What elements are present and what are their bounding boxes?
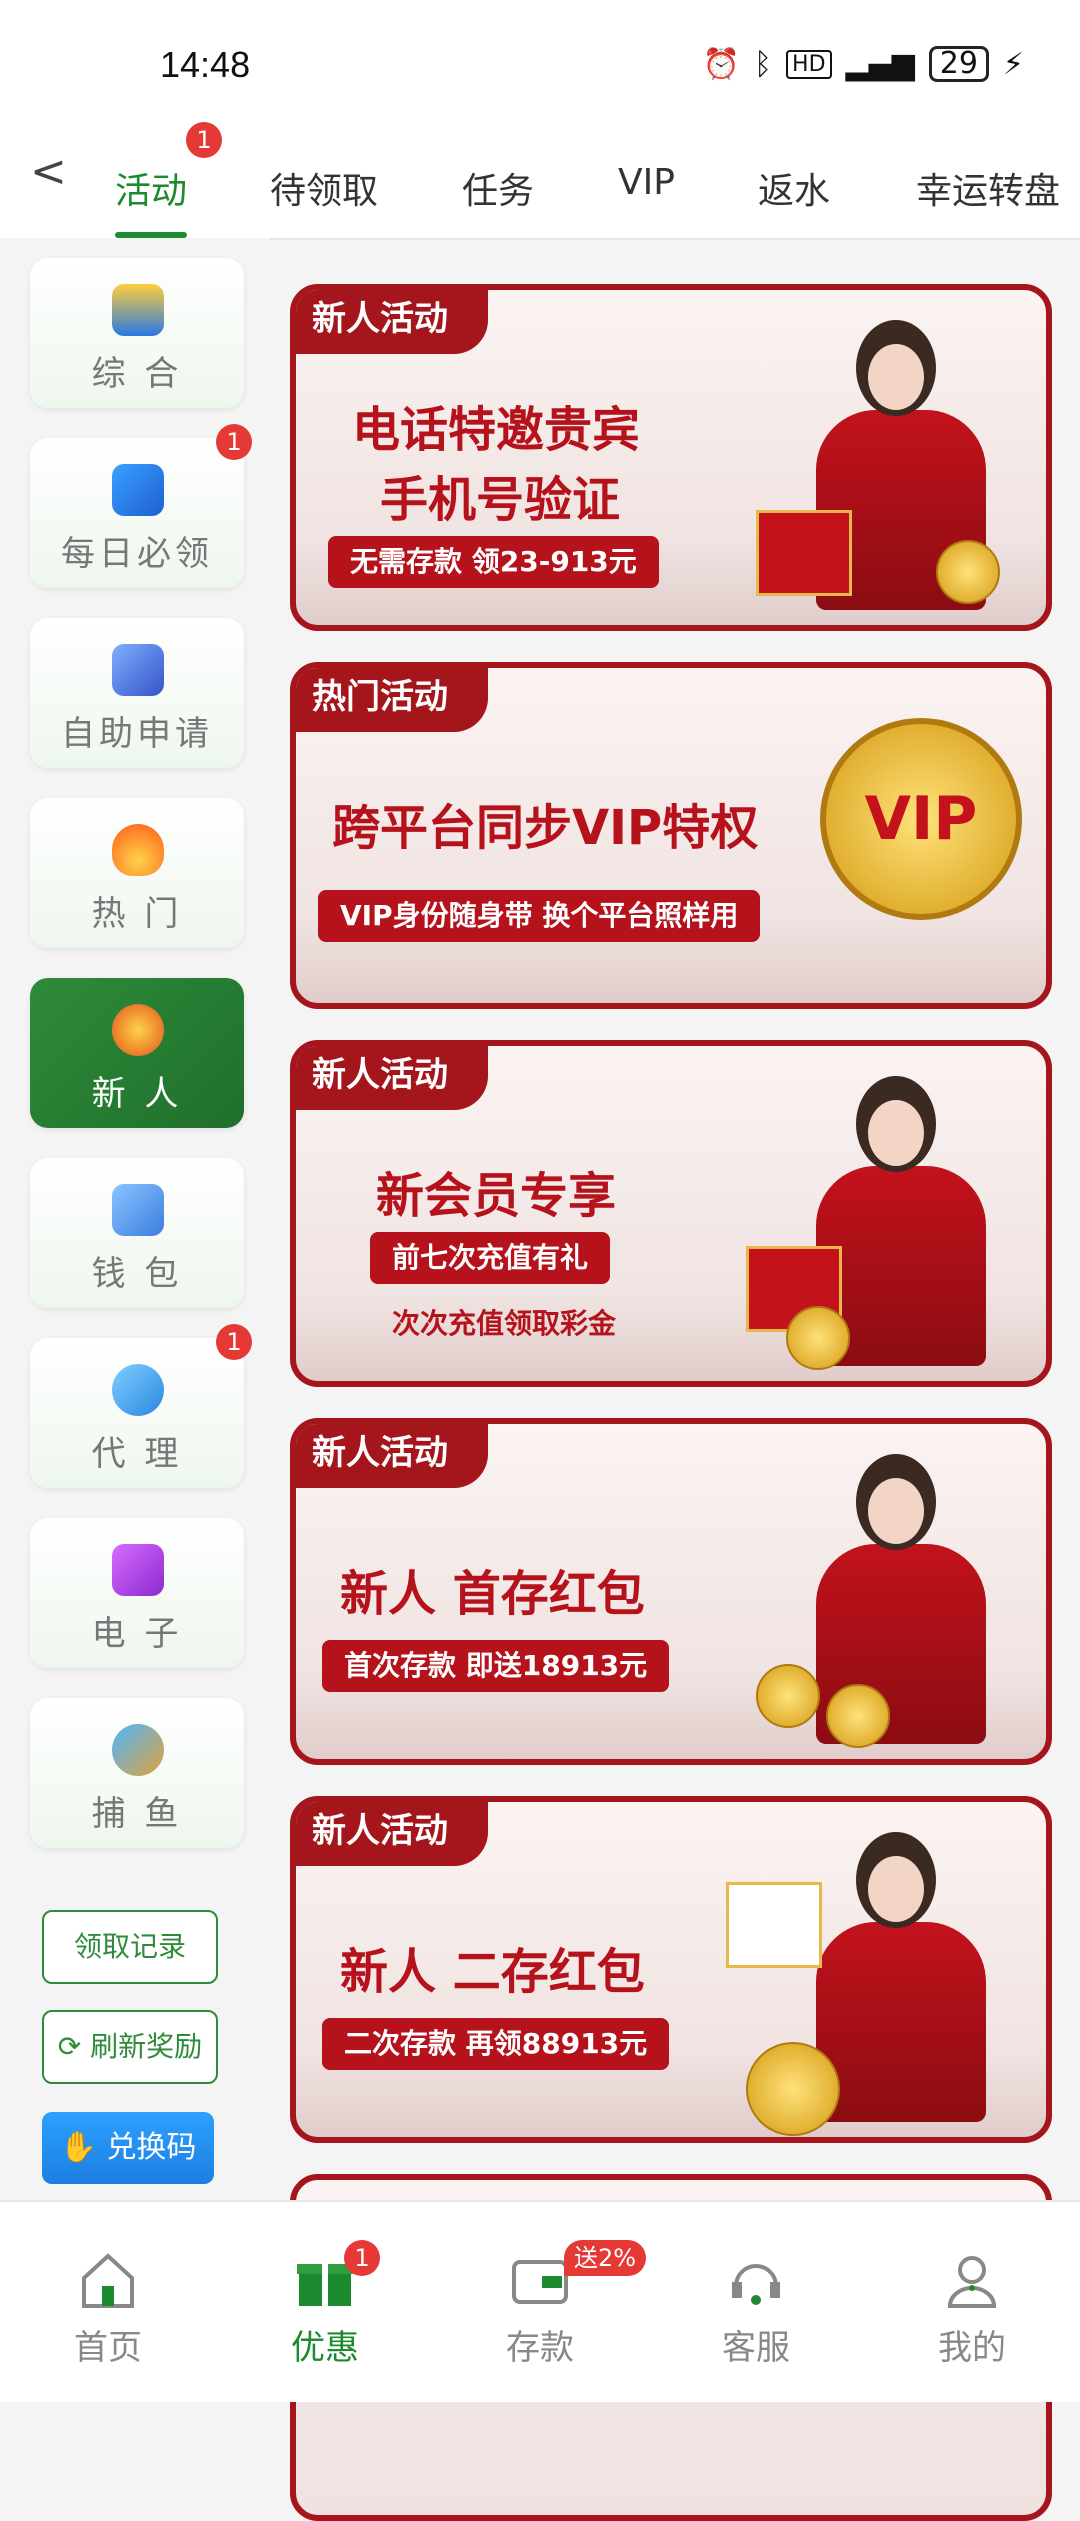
tab-activity[interactable]: 活动: [115, 162, 187, 214]
sidebar-item-slots[interactable]: 电 子: [30, 1518, 244, 1668]
nav-home[interactable]: 首页: [38, 2250, 178, 2369]
user-icon: [947, 2256, 997, 2308]
sidebar-item-general[interactable]: 综 合: [30, 258, 244, 408]
back-icon[interactable]: <: [30, 146, 67, 197]
top-tab-bar: < 活动 1 待领取 任务 VIP 返水 幸运转盘: [0, 120, 1080, 240]
banner-title: 跨平台同步VIP特权: [332, 800, 759, 856]
tab-vip[interactable]: VIP: [618, 162, 675, 203]
sidebar-item-label: 自助申请: [61, 714, 213, 754]
model-image: [756, 1444, 1026, 1748]
promo-banner[interactable]: 新人活动 新人 首存红包 首次存款 即送18913元: [290, 1418, 1052, 1765]
banner-tag: 新人活动: [296, 1802, 488, 1866]
fish-icon: [112, 1724, 164, 1776]
promo-banner[interactable]: 新人活动 新会员专享 前七次充值有礼 次次充值领取彩金: [290, 1040, 1052, 1387]
redeem-code-button[interactable]: ✋ 兑换码: [42, 2112, 214, 2184]
promo-banner[interactable]: 热门活动 跨平台同步VIP特权 VIP身份随身带 换个平台照样用 VIP: [290, 662, 1052, 1009]
claim-record-button[interactable]: 领取记录: [42, 1910, 218, 1984]
model-image: [726, 1822, 1026, 2136]
promo-banner[interactable]: 新人活动 电话特邀贵宾 手机号验证 无需存款 领23-913元: [290, 284, 1052, 631]
vip-coin-icon: VIP: [820, 718, 1022, 920]
battery-icon: 29: [928, 46, 989, 82]
banner-title: 新人 首存红包: [340, 1566, 645, 1622]
nav-profile[interactable]: 我的: [902, 2250, 1042, 2369]
sidebar-item-label: 综 合: [91, 354, 183, 394]
sidebar-item-newcomer[interactable]: 新 人: [30, 978, 244, 1128]
sidebar-item-label: 钱 包: [91, 1254, 183, 1294]
sidebar-item-label: 捕 鱼: [91, 1794, 183, 1834]
banner-pill: 二次存款 再领88913元: [322, 2018, 670, 2070]
slot-777-icon: [112, 1544, 164, 1596]
bluetooth-icon: ᛒ: [754, 46, 773, 82]
charging-icon: ⚡: [1002, 46, 1024, 82]
medal-icon: [112, 1004, 164, 1056]
nav-promotions-badge: 1: [344, 2240, 380, 2276]
banner-title: 电话特邀贵宾: [352, 402, 641, 458]
banner-pill: 无需存款 领23-913元: [328, 536, 659, 588]
refresh-icon: ⟳: [57, 2030, 91, 2063]
sidebar-item-label: 电 子: [91, 1614, 183, 1654]
status-time: 14:48: [160, 44, 251, 85]
nav-support[interactable]: 客服: [686, 2250, 826, 2369]
tab-tasks[interactable]: 任务: [462, 162, 534, 214]
home-icon: [82, 2253, 134, 2308]
category-sidebar: 综 合 每日必领 1 自助申请 热 门 新 人 钱 包 代 理 1 电 子 捕 …: [0, 238, 270, 2200]
deposit-bonus-badge: 送2%: [564, 2240, 647, 2276]
sidebar-item-fishing[interactable]: 捕 鱼: [30, 1698, 244, 1848]
wallet-icon: [112, 1184, 164, 1236]
banner-tag: 新人活动: [296, 1046, 488, 1110]
sidebar-item-label: 每日必领: [61, 534, 213, 574]
bottom-nav: 首页 优惠 1 存款 送2% 客服 我的: [0, 2200, 1080, 2402]
sidebar-item-label: 热 门: [91, 894, 183, 934]
sidebar-item-daily[interactable]: 每日必领: [30, 438, 244, 588]
refresh-label: 刷新奖励: [90, 2030, 203, 2063]
alarm-icon: ⏰: [702, 46, 741, 82]
status-bar: 14:48 ⏰ ᛒ HD ▂▄▆ 29 ⚡: [0, 0, 1080, 120]
fire-icon: [112, 824, 164, 876]
nav-label: 首页: [74, 2328, 142, 2368]
tab-rebate[interactable]: 返水: [758, 162, 830, 214]
banner-pill: VIP身份随身带 换个平台照样用: [318, 890, 761, 942]
model-image: [756, 310, 1026, 610]
tab-activity-badge: 1: [186, 122, 222, 158]
vip-coin-text: VIP: [864, 784, 978, 854]
wallet-icon: [512, 2260, 568, 2304]
nav-label: 客服: [722, 2328, 790, 2368]
banner-pill: 首次存款 即送18913元: [322, 1640, 670, 1692]
refresh-rewards-button[interactable]: ⟳ 刷新奖励: [42, 2010, 218, 2084]
banner-title: 新人 二存红包: [340, 1944, 645, 2000]
sidebar-agent-badge: 1: [216, 1324, 252, 1360]
banner-pill: 前七次充值有礼: [370, 1232, 611, 1284]
promo-banner[interactable]: 新人活动 新人 二存红包 二次存款 再领88913元: [290, 1796, 1052, 2143]
sidebar-item-agent[interactable]: 代 理: [30, 1338, 244, 1488]
banner-subtitle: 次次充值领取彩金: [392, 1307, 617, 1340]
status-icons: ⏰ ᛒ HD ▂▄▆ 29 ⚡: [703, 46, 1024, 82]
redeem-label: 兑换码: [106, 2130, 197, 2165]
nav-label: 优惠: [291, 2328, 359, 2368]
model-image: [746, 1066, 1026, 1370]
handshake-icon: [112, 1364, 164, 1416]
banner-tag: 新人活动: [296, 290, 488, 354]
banner-title-line2: 手机号验证: [380, 472, 621, 528]
hand-icon: ✋: [59, 2130, 107, 2165]
sidebar-item-hot[interactable]: 热 门: [30, 798, 244, 948]
tab-pending[interactable]: 待领取: [270, 162, 378, 214]
cube-icon: [112, 644, 164, 696]
tab-lucky-wheel[interactable]: 幸运转盘: [916, 162, 1060, 214]
headset-icon: [732, 2264, 780, 2305]
sidebar-daily-badge: 1: [216, 424, 252, 460]
sidebar-item-label: 代 理: [91, 1434, 183, 1474]
sidebar-item-wallet[interactable]: 钱 包: [30, 1158, 244, 1308]
sidebar-item-self-apply[interactable]: 自助申请: [30, 618, 244, 768]
hd-icon: HD: [786, 49, 832, 79]
nav-label: 存款: [506, 2328, 574, 2368]
banner-tag: 新人活动: [296, 1424, 488, 1488]
nav-label: 我的: [938, 2328, 1006, 2368]
calendar-icon: [112, 464, 164, 516]
banner-title: 新会员专享: [376, 1168, 617, 1224]
layers-icon: [112, 284, 164, 336]
signal-icon: ▂▄▆: [845, 46, 915, 82]
banner-tag: 热门活动: [296, 668, 488, 732]
sidebar-item-label: 新 人: [91, 1074, 183, 1114]
